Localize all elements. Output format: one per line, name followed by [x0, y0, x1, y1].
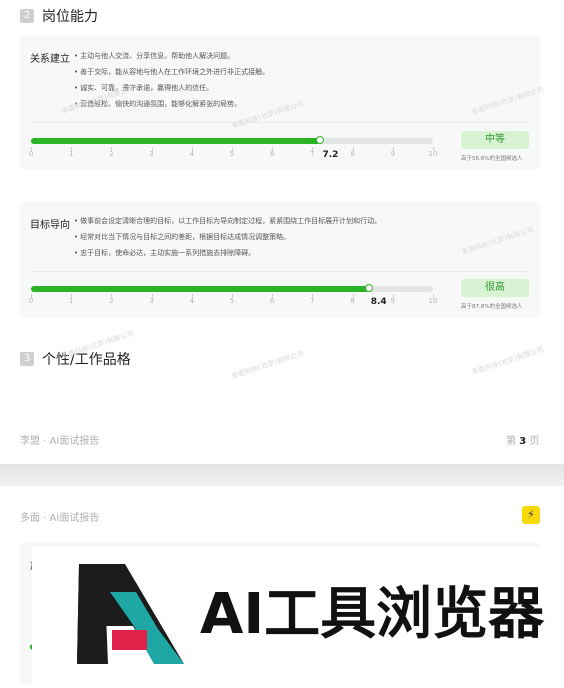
scale-tick-label: 8 — [350, 150, 355, 158]
report-footer: 李盟 · AI面试报告 — [20, 436, 100, 447]
score-value: 8.4 — [370, 297, 387, 307]
score-bar-knob — [316, 136, 325, 144]
card-divider — [30, 122, 530, 123]
card-divider — [30, 271, 530, 272]
scale-tick-label: 7 — [310, 150, 315, 158]
watermark: 多面科技(北京)有限公司 — [470, 345, 545, 377]
ability-description-list: 做事前会设定清晰合理的目标，以工作目标为导向制定过程，紧紧围绕工作目标展开计划和… — [74, 213, 381, 261]
scale-tick-label: 1 — [68, 150, 74, 158]
scale-tick-label: 2 — [109, 150, 114, 158]
score-bar — [31, 284, 433, 292]
section-heading: 岗位能力 — [42, 9, 98, 25]
score-scale: 0 1 2 3 4 5 6 7 8 9 10 — [28, 147, 437, 166]
flash-badge-icon: ⚡ — [522, 506, 540, 524]
page-number: 第 3 页 — [506, 436, 540, 447]
logo-text: AI工具浏览器 — [200, 582, 545, 647]
section-number: 3 — [20, 352, 34, 366]
scale-tick-label: 5 — [229, 150, 235, 158]
ability-description: 主动与他人交流、分享信息，帮助他人解决问题。 — [74, 48, 269, 64]
scale-tick-label: 9 — [390, 150, 396, 158]
ability-label: 关系建立 — [30, 54, 70, 65]
page-separator — [0, 464, 564, 486]
report-header: 多面 · AI面试报告 — [20, 513, 100, 524]
score-bar-knob — [364, 284, 373, 292]
scale-tick-label: 5 — [229, 297, 235, 305]
ability-card-goal: 目标导向 做事前会设定清晰合理的目标，以工作目标为导向制定过程，紧紧围绕工作目标… — [20, 201, 540, 318]
logo-overlay: AI工具浏览器 — [32, 547, 564, 684]
scale-tick-label: 7 — [310, 297, 315, 305]
score-bar-fill — [31, 138, 321, 144]
scale-tick-label: 9 — [390, 297, 396, 305]
score-value: 7.2 — [322, 150, 339, 160]
rank-text: 高于56.6%的全国候选人 — [461, 156, 523, 162]
ability-description: 经常对比当下情况与目标之间的差距，根据目标达成情况调整策略。 — [74, 229, 381, 245]
scale-tick-label: 1 — [68, 297, 74, 305]
section-2-title: 2 岗位能力 — [20, 6, 98, 26]
grade-badge: 中等 — [461, 131, 529, 149]
scale-tick-label: 10 — [428, 297, 438, 305]
scale-tick-label: 0 — [28, 297, 34, 305]
scale-tick-label: 6 — [269, 297, 275, 305]
scale-tick-label: 3 — [149, 297, 154, 305]
ability-description: 做事前会设定清晰合理的目标，以工作目标为导向制定过程，紧紧围绕工作目标展开计划和… — [74, 213, 381, 229]
score-bar-fill — [31, 286, 369, 292]
scale-tick-label: 4 — [189, 150, 195, 158]
grade-badge: 很高 — [461, 279, 529, 297]
ability-description: 善于交际，能从容地与他人在工作环境之外进行非正式接触。 — [74, 64, 269, 80]
scale-tick-label: 3 — [149, 150, 154, 158]
scale-tick-label: 6 — [269, 150, 275, 158]
scale-tick-label: 8 — [350, 297, 355, 305]
scale-tick-label: 0 — [28, 150, 34, 158]
ability-label: 目标导向 — [30, 220, 70, 231]
scale-tick-label: 4 — [189, 297, 195, 305]
section-number: 2 — [20, 9, 34, 23]
watermark: 多面科技(北京)有限公司 — [230, 349, 305, 381]
scale-tick-label: 10 — [428, 150, 438, 158]
rank-text: 高于87.8%的全国候选人 — [461, 304, 523, 310]
ability-description: 忠于目标，使命必达，主动实施一系列措施去排除障碍。 — [74, 245, 381, 261]
score-bar — [31, 136, 433, 144]
scale-tick-label: 2 — [109, 297, 114, 305]
